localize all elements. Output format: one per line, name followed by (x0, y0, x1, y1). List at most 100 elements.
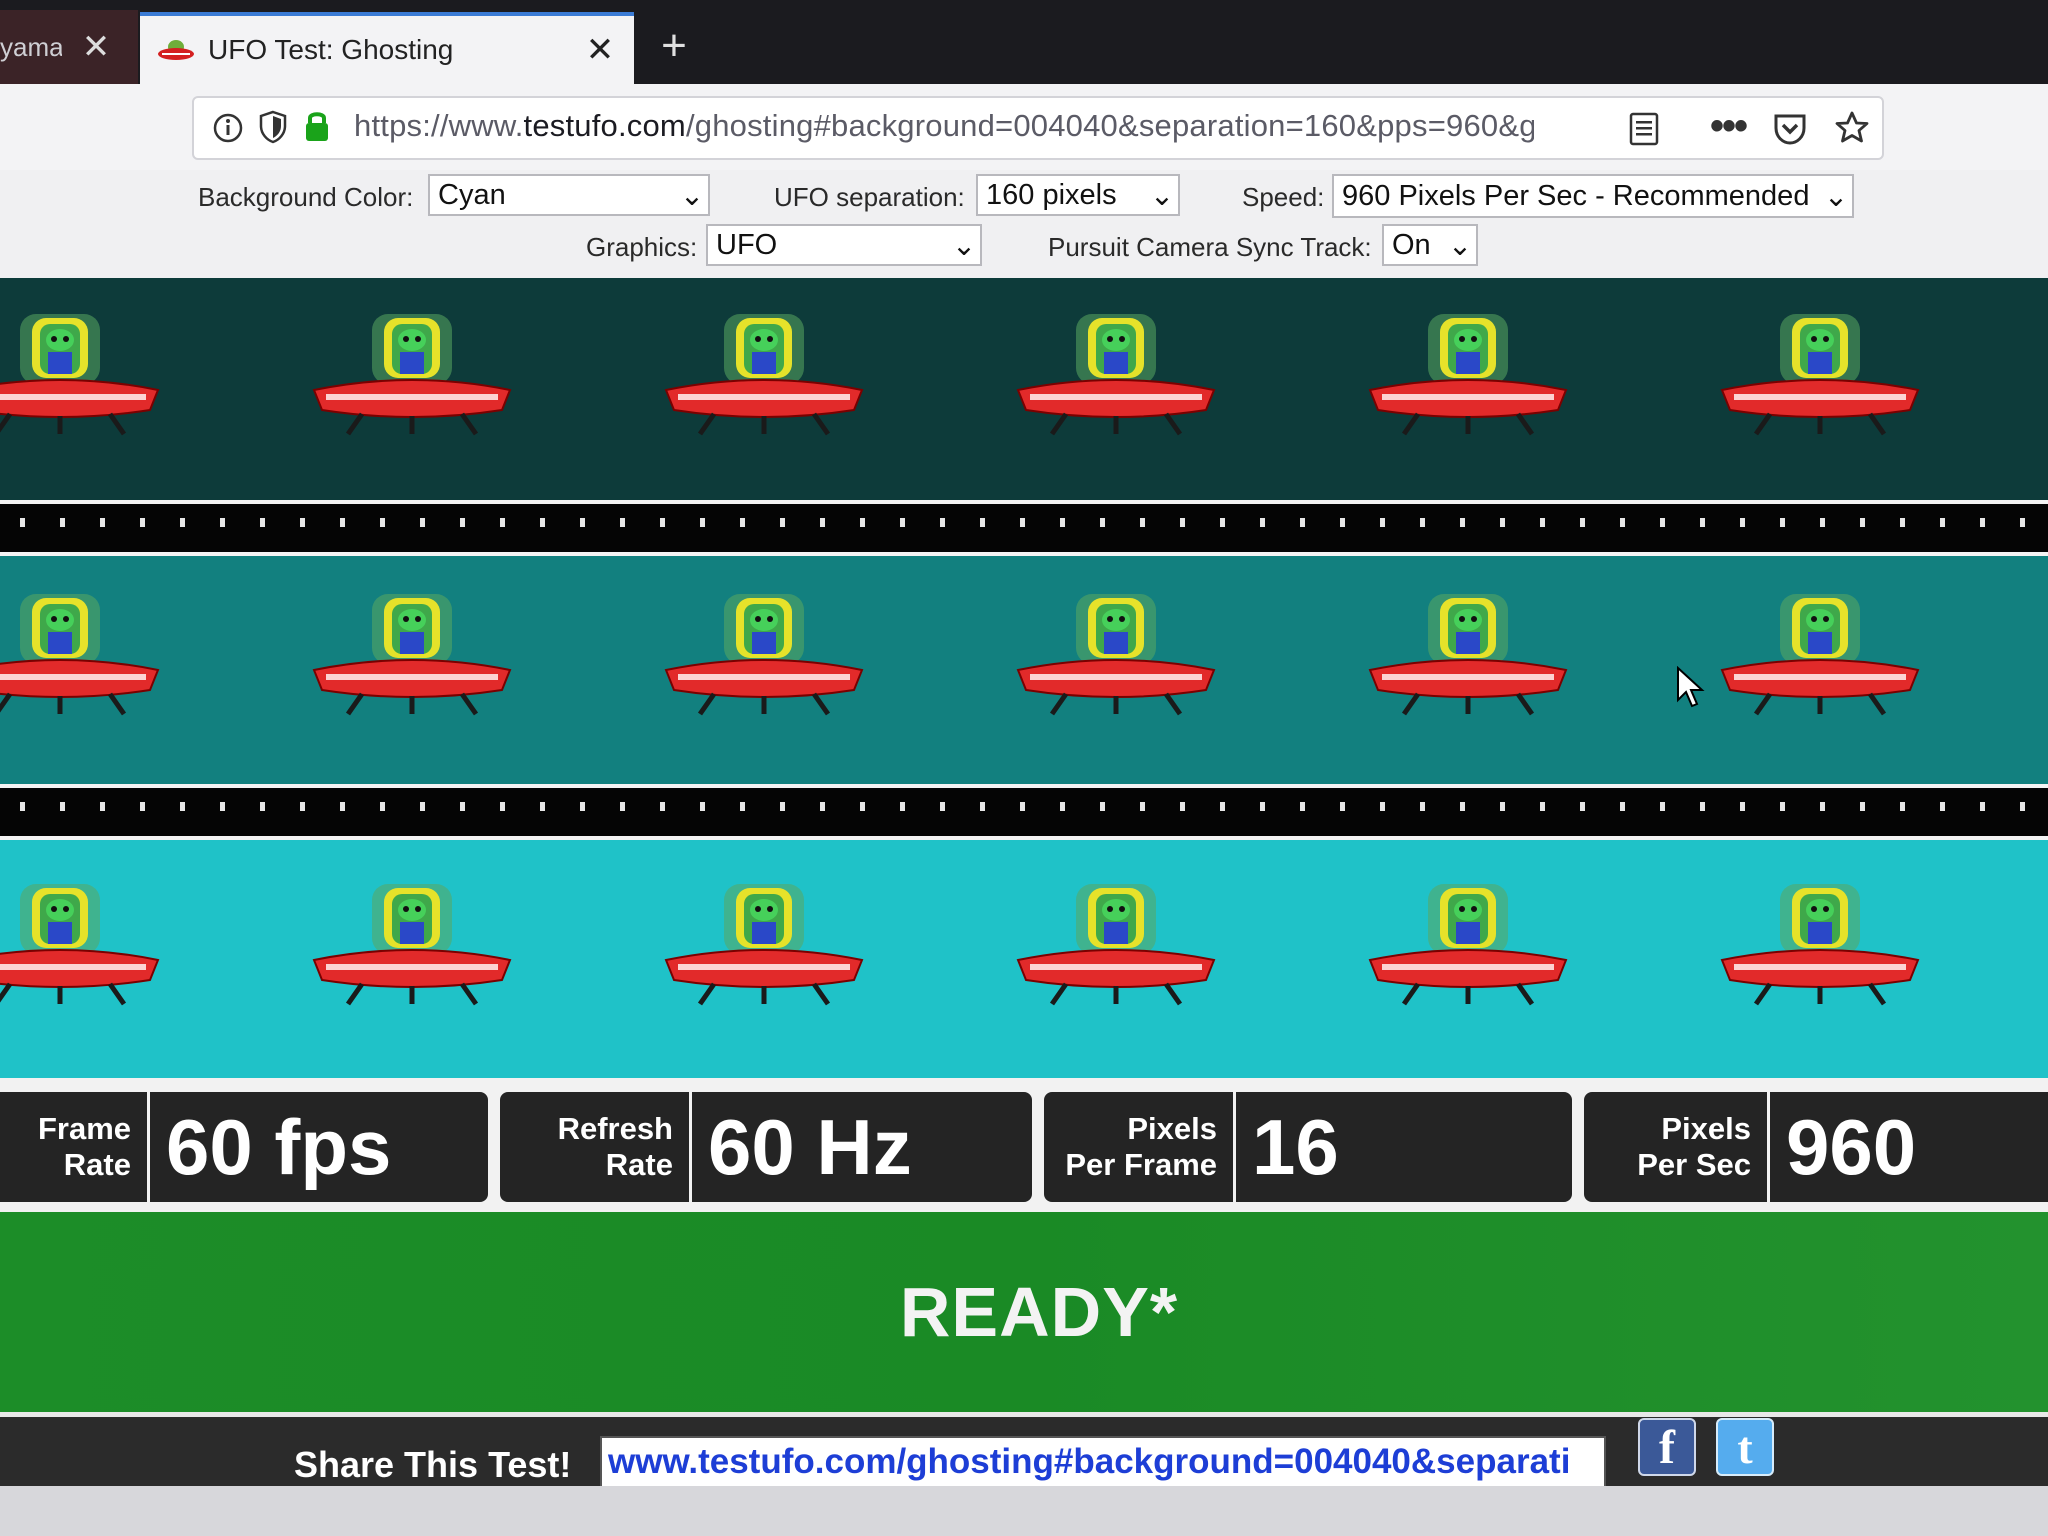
sync-track-tick (340, 802, 345, 811)
shield-icon[interactable] (258, 110, 288, 144)
ufo-sprite-icon (1368, 592, 1568, 722)
pursuit-camera-select[interactable]: On ⌄ (1382, 224, 1478, 266)
sync-track-tick (540, 518, 545, 527)
mouse-cursor-icon (1677, 666, 1705, 708)
sync-track-tick (1700, 802, 1705, 811)
sync-track-tick (1220, 518, 1225, 527)
sync-track-tick (1740, 518, 1745, 527)
sync-track-tick (340, 518, 345, 527)
page-actions-icon[interactable]: ••• (1710, 104, 1748, 149)
ufo-sprite-icon (664, 312, 864, 442)
ufo-sprite-icon (1720, 312, 1920, 442)
chevron-down-icon: ⌄ (1823, 180, 1849, 213)
share-url-field[interactable]: www.testufo.com/ghosting#background=0040… (600, 1436, 1606, 1488)
speed-select[interactable]: 960 Pixels Per Sec - Recommended ⌄ (1332, 174, 1854, 218)
stat-label: Pixels Per Frame (1044, 1092, 1236, 1202)
sync-track-tick (1340, 518, 1345, 527)
tab-previous[interactable]: yama ✕ (0, 10, 138, 84)
sync-track-tick (660, 802, 665, 811)
status-banner: READY* (0, 1212, 2048, 1412)
sync-track-tick (1900, 518, 1905, 527)
sync-track-tick (900, 802, 905, 811)
sync-track-tick (1540, 802, 1545, 811)
new-tab-icon[interactable]: + (650, 22, 698, 70)
tab-active[interactable]: UFO Test: Ghosting ✕ (140, 12, 634, 84)
sync-track-tick (1260, 802, 1265, 811)
stat-pixels-per-sec: Pixels Per Sec 960 (1584, 1092, 2048, 1202)
ufo-sprite-icon (1720, 882, 1920, 1012)
ufo-separation-select[interactable]: 160 pixels ⌄ (976, 174, 1180, 216)
sync-track-tick (1940, 802, 1945, 811)
sync-track-tick (1180, 518, 1185, 527)
sync-track-tick (1660, 802, 1665, 811)
background-color-select[interactable]: Cyan ⌄ (428, 174, 710, 216)
sync-track-tick (1460, 518, 1465, 527)
sync-track-tick (1820, 802, 1825, 811)
ufo-sprite-icon (1016, 312, 1216, 442)
sync-track-tick (1580, 518, 1585, 527)
sync-track-tick (580, 802, 585, 811)
sync-track-tick (1060, 802, 1065, 811)
twitter-icon[interactable]: t (1716, 1418, 1774, 1476)
sync-track-tick (220, 802, 225, 811)
sync-track-tick (1580, 802, 1585, 811)
pocket-icon[interactable] (1772, 112, 1808, 146)
sync-track-tick (260, 802, 265, 811)
tab-title: UFO Test: Ghosting (208, 34, 454, 65)
sync-track-tick (300, 802, 305, 811)
graphics-select[interactable]: UFO ⌄ (706, 224, 982, 266)
close-icon[interactable]: ✕ (580, 33, 620, 67)
sync-track-tick (1900, 802, 1905, 811)
reader-view-icon[interactable] (1628, 112, 1660, 146)
ufo-sprite-icon (1368, 312, 1568, 442)
sync-track-tick (1940, 518, 1945, 527)
stat-frame-rate: Frame Rate 60 fps (0, 1092, 488, 1202)
sync-track-tick (700, 518, 705, 527)
sync-track-tick (940, 518, 945, 527)
sync-track-tick (1300, 802, 1305, 811)
stat-label: Frame Rate (0, 1092, 150, 1202)
sync-track-tick (1140, 802, 1145, 811)
pursuit-camera-value: On (1392, 228, 1431, 261)
ufo-sprite-icon (0, 312, 160, 442)
close-icon[interactable]: ✕ (76, 30, 116, 64)
sync-track-tick (1340, 802, 1345, 811)
sync-track-tick (100, 518, 105, 527)
sync-track-tick (420, 802, 425, 811)
background-color-label: Background Color: (198, 182, 414, 212)
chevron-down-icon: ⌄ (1149, 179, 1175, 212)
url-text[interactable]: https://www.testufo.com/ghosting#backgro… (354, 108, 1534, 144)
ufo-separation-label: UFO separation: (774, 182, 965, 212)
pursuit-sync-track (0, 500, 2048, 556)
sync-track-tick (1860, 518, 1865, 527)
info-icon[interactable] (212, 112, 244, 144)
facebook-icon[interactable]: f (1638, 1418, 1696, 1476)
sync-track-tick (1660, 518, 1665, 527)
speed-value: 960 Pixels Per Sec - Recommended (1342, 179, 1810, 212)
sync-track-tick (100, 802, 105, 811)
stat-refresh-rate: Refresh Rate 60 Hz (500, 1092, 1032, 1202)
stat-value: 60 Hz (708, 1102, 912, 1191)
ufo-lane-bright (0, 840, 2048, 1078)
sync-track-tick (180, 802, 185, 811)
sync-track-tick (820, 518, 825, 527)
sync-track-tick (1020, 802, 1025, 811)
ufo-sprite-icon (1016, 882, 1216, 1012)
sync-track-tick (460, 518, 465, 527)
lock-icon[interactable] (302, 108, 332, 144)
speed-label: Speed: (1242, 182, 1325, 212)
bookmark-star-icon[interactable] (1834, 110, 1870, 146)
ufo-sprite-icon (0, 882, 160, 1012)
share-url: www.testufo.com/ghosting#background=0040… (608, 1442, 1571, 1481)
sync-track-tick (620, 802, 625, 811)
sync-track-tick (1100, 802, 1105, 811)
ufo-sprite-icon (1016, 592, 1216, 722)
ufo-favicon-icon (158, 40, 194, 60)
sync-track-tick (20, 802, 25, 811)
ufo-separation-value: 160 pixels (986, 178, 1117, 211)
sync-track-tick (60, 802, 65, 811)
sync-track-tick (500, 802, 505, 811)
sync-track-tick (1500, 518, 1505, 527)
stat-value: 60 fps (166, 1102, 392, 1191)
ufo-lane-dark (0, 278, 2048, 500)
